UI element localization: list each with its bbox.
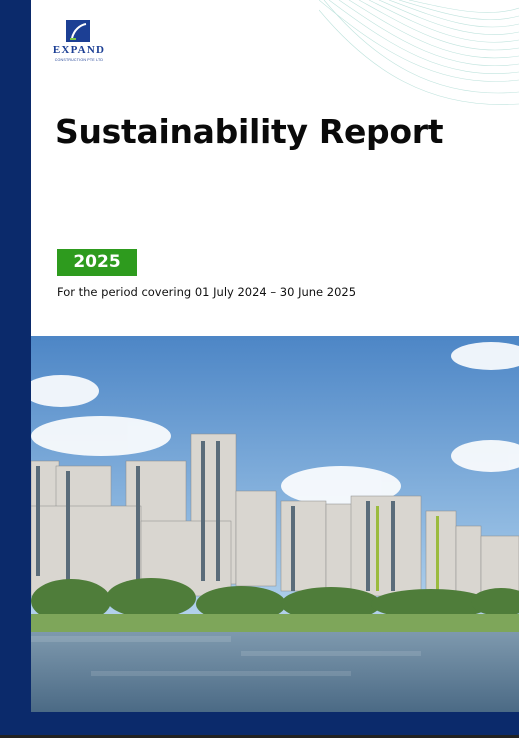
year-badge: 2025 [57, 249, 137, 276]
report-title: Sustainability Report [55, 112, 444, 151]
logo-subtitle-text: CONSTRUCTION PTE LTD [54, 58, 104, 62]
decorative-wave-lines [319, 0, 519, 105]
logo-brand-text: EXPAND [52, 44, 106, 56]
reporting-period: For the period covering 01 July 2024 – 3… [57, 285, 357, 299]
cover-photo [31, 336, 519, 712]
company-logo: EXPAND CONSTRUCTION PTE LTD [48, 20, 110, 68]
logo-mark-icon [66, 20, 90, 42]
left-color-band [0, 0, 31, 738]
